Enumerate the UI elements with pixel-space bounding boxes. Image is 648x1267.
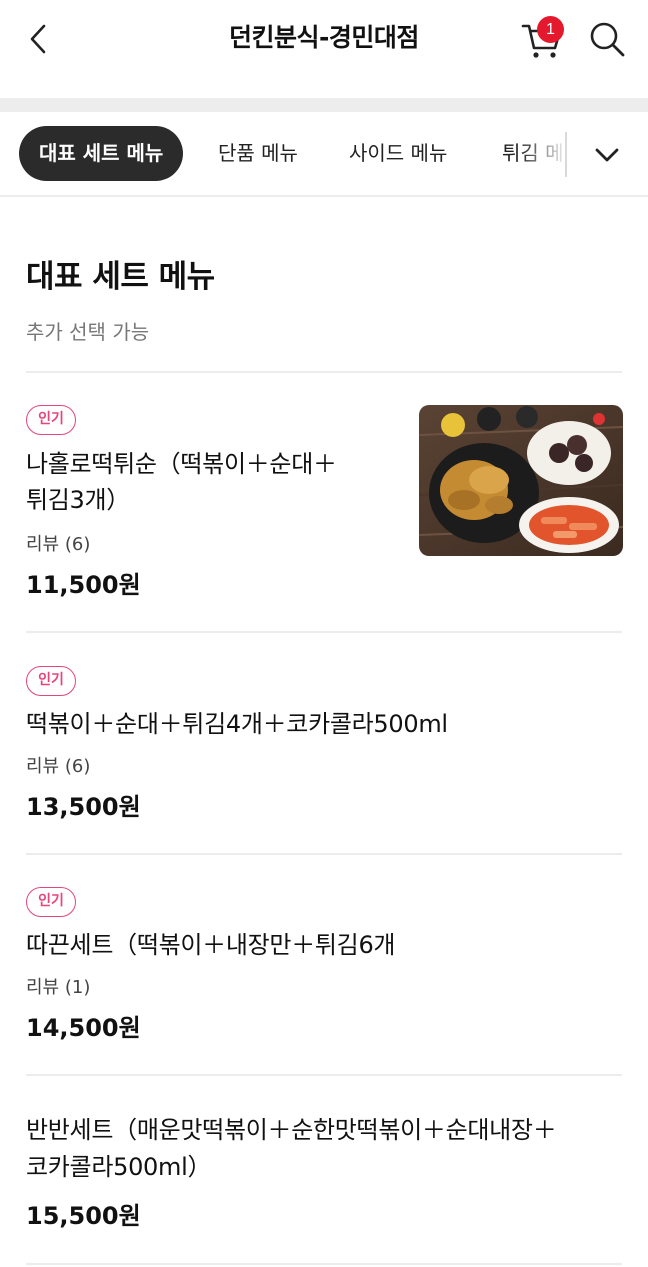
menu-item-price: 11,500원: [26, 571, 141, 599]
tab-divider: [565, 132, 567, 177]
review-count: 리뷰 (1): [26, 977, 91, 998]
popular-badge: 인기: [26, 405, 76, 435]
menu-item-name-line2: 튀김3개）: [26, 486, 131, 514]
menu-item-name: 떡볶이＋순대＋튀김4개＋코카콜라500ml: [26, 710, 448, 738]
tab-single-menu[interactable]: 단품 메뉴: [218, 126, 298, 181]
item-divider: [26, 1074, 622, 1076]
menu-item-name: 따끈세트（떡볶이＋내장만＋튀김6개: [26, 931, 396, 959]
app-header: 던킨분식-경민대점 1: [0, 0, 648, 98]
section-subtitle: 추가 선택 가능: [26, 320, 150, 344]
section-title: 대표 세트 메뉴: [26, 259, 215, 295]
popular-badge: 인기: [26, 887, 76, 917]
review-count: 리뷰 (6): [26, 756, 91, 777]
menu-item-price: 13,500원: [26, 793, 141, 821]
review-count: 리뷰 (6): [26, 534, 91, 555]
header-separator: [0, 98, 648, 112]
item-divider: [26, 853, 622, 855]
menu-item-name-line2: 코카콜라500ml）: [26, 1153, 212, 1181]
tab-scroll-fade: [520, 112, 566, 195]
menu-item-price: 14,500원: [26, 1014, 141, 1042]
menu-item-name: 나홀로떡튀순（떡볶이＋순대＋: [26, 450, 337, 478]
menu-item-name: 반반세트（매운맛떡볶이＋순한맛떡볶이＋순대내장＋: [26, 1116, 557, 1144]
item-divider: [26, 1263, 622, 1265]
tab-set-menu[interactable]: 대표 세트 메뉴: [19, 126, 184, 181]
item-divider: [26, 631, 622, 633]
tab-side-menu[interactable]: 사이드 메뉴: [349, 126, 447, 181]
menu-item-photo: [419, 405, 623, 556]
menu-item-price: 15,500원: [26, 1202, 141, 1230]
chevron-down-icon[interactable]: [588, 138, 626, 172]
search-icon[interactable]: [588, 20, 626, 58]
popular-badge: 인기: [26, 666, 76, 696]
cart-count-badge: 1: [537, 16, 564, 43]
section-divider: [26, 371, 622, 373]
category-tab-bar: 대표 세트 메뉴 단품 메뉴 사이드 메뉴 튀김 메: [0, 112, 648, 197]
